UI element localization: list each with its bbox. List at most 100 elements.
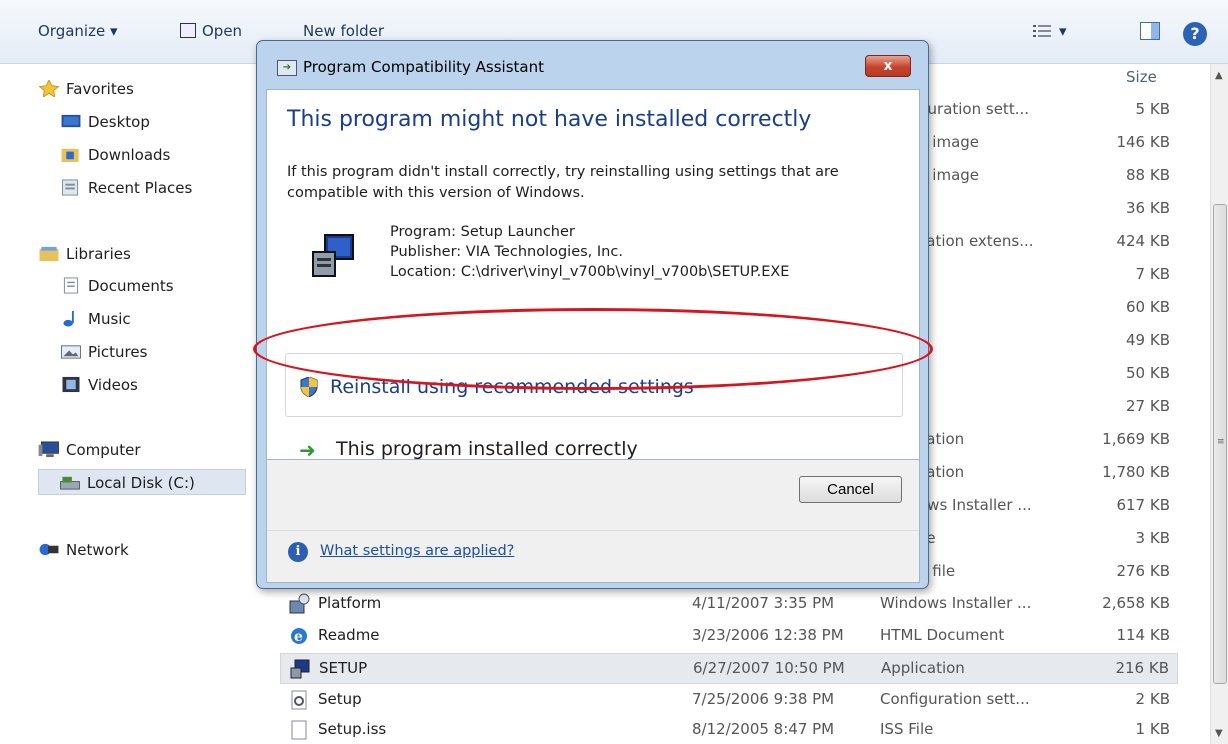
file-name: SETUP (319, 659, 368, 677)
file-date: 3/23/2006 12:38 PM (692, 626, 844, 644)
nav-documents-label: Documents (88, 277, 174, 295)
dialog-title: Program Compatibility Assistant (303, 58, 544, 76)
compatibility-assistant-icon: ➔ (277, 60, 297, 76)
scroll-up-arrow-icon[interactable]: ▲ (1215, 70, 1223, 81)
file-type: ISS File (880, 720, 934, 738)
configuration-file-icon (291, 690, 307, 710)
open-label: Open (202, 22, 243, 40)
setup-program-icon (312, 234, 354, 277)
videos-icon (62, 376, 80, 393)
program-compatibility-dialog: ➔ Program Compatibility Assistant x This… (256, 40, 929, 589)
change-view-button[interactable]: ▾ (1033, 22, 1067, 40)
reinstall-option-label: Reinstall using recommended settings (330, 376, 694, 398)
program-name: Program: Setup Launcher (390, 224, 575, 240)
network-icon (39, 543, 59, 556)
uac-shield-icon (300, 377, 318, 397)
nav-recent-places[interactable]: Recent Places (60, 175, 192, 201)
file-size: 27 KB (1126, 397, 1170, 415)
file-name: Readme (318, 626, 380, 644)
file-size: 2 KB (1135, 690, 1170, 708)
info-icon: i (288, 542, 308, 562)
help-button[interactable]: ? (1183, 22, 1207, 46)
close-button[interactable]: x (865, 55, 911, 77)
svg-text:e: e (294, 629, 303, 645)
file-size: 114 KB (1116, 626, 1170, 644)
file-date: 8/12/2005 8:47 PM (692, 720, 835, 738)
file-type: guration sett... (918, 100, 1029, 118)
file-row-platform[interactable]: Platform 4/11/2007 3:35 PM Windows Insta… (280, 589, 1178, 620)
nav-local-disk[interactable]: Local Disk (C:) (38, 469, 246, 495)
size-column-header[interactable]: Size (1126, 68, 1157, 86)
file-size: 50 KB (1126, 364, 1170, 382)
navigation-pane: Favorites Desktop Downloads Recent Place… (0, 64, 250, 744)
nav-libraries[interactable]: Libraries (38, 241, 131, 267)
file-size: 1,669 KB (1102, 430, 1170, 448)
file-row-setup-ini[interactable]: Setup 7/25/2006 9:38 PM Configuration se… (280, 685, 1178, 716)
vertical-scrollbar[interactable]: ▲ ≡ ▼ (1210, 64, 1228, 744)
file-row-readme[interactable]: e Readme 3/23/2006 12:38 PM HTML Documen… (280, 621, 1178, 652)
preview-pane-icon (1140, 22, 1160, 40)
file-row-setup-iss[interactable]: Setup.iss 8/12/2005 8:47 PM ISS File 1 K… (280, 715, 1178, 744)
nav-pictures[interactable]: Pictures (60, 339, 147, 365)
pictures-icon (61, 345, 81, 359)
nav-computer[interactable]: Computer (38, 437, 141, 463)
dialog-content: This program might not have installed co… (266, 89, 920, 462)
file-size: 216 KB (1115, 659, 1169, 677)
nav-favorites-label: Favorites (66, 80, 134, 98)
nav-recent-places-label: Recent Places (88, 179, 193, 197)
reinstall-recommended-option[interactable]: Reinstall using recommended settings (285, 353, 903, 417)
new-folder-button[interactable]: New folder (303, 22, 384, 40)
dialog-footer: Cancel i What settings are applied? (266, 460, 920, 583)
desktop-icon (61, 114, 81, 128)
dialog-heading: This program might not have installed co… (287, 107, 812, 132)
nav-computer-label: Computer (66, 441, 141, 459)
internet-explorer-icon: e (291, 628, 307, 645)
star-icon (38, 80, 60, 97)
what-settings-applied-link[interactable]: What settings are applied? (320, 543, 514, 559)
file-size: 36 KB (1126, 199, 1170, 217)
nav-downloads[interactable]: Downloads (60, 142, 170, 168)
footer-divider (267, 530, 919, 531)
file-size: 7 KB (1135, 265, 1170, 283)
file-size: 5 KB (1135, 100, 1170, 118)
open-button[interactable]: Open (180, 22, 242, 40)
file-date: 7/25/2006 9:38 PM (692, 690, 835, 708)
scroll-grip-icon: ≡ (1217, 437, 1225, 447)
file-type: Application (881, 659, 965, 677)
program-location: Location: C:\driver\vinyl_v700b\vinyl_v7… (390, 264, 790, 280)
file-date: 6/27/2007 10:50 PM (693, 659, 845, 677)
recent-places-icon (62, 179, 79, 196)
nav-videos-label: Videos (88, 376, 138, 394)
scroll-thumb[interactable]: ≡ (1213, 204, 1227, 684)
file-size: 146 KB (1116, 133, 1170, 151)
dialog-titlebar[interactable]: ➔ Program Compatibility Assistant x (257, 41, 928, 91)
file-size: 2,658 KB (1102, 594, 1170, 612)
file-size: 60 KB (1126, 298, 1170, 316)
scroll-down-arrow-icon[interactable]: ▼ (1215, 728, 1223, 739)
program-publisher: Publisher: VIA Technologies, Inc. (390, 244, 623, 260)
organize-button[interactable]: Organize ▾ (38, 22, 118, 40)
file-size: 49 KB (1126, 331, 1170, 349)
nav-music[interactable]: Music (60, 306, 131, 332)
file-size: 1,780 KB (1102, 463, 1170, 481)
setup-application-icon (290, 659, 310, 679)
file-name: Platform (318, 594, 382, 612)
file-size: 276 KB (1116, 562, 1170, 580)
dialog-description: If this program didn't install correctly… (287, 164, 839, 201)
cancel-button[interactable]: Cancel (799, 476, 902, 503)
file-row-setup-exe[interactable]: SETUP 6/27/2007 10:50 PM Application 216… (280, 653, 1178, 684)
file-size: 88 KB (1126, 166, 1170, 184)
preview-pane-button[interactable] (1140, 22, 1160, 44)
nav-favorites[interactable]: Favorites (38, 76, 134, 102)
local-disk-icon (60, 476, 80, 490)
nav-documents[interactable]: Documents (60, 273, 174, 299)
nav-videos[interactable]: Videos (60, 372, 138, 398)
file-name: Setup.iss (318, 720, 387, 738)
file-name: Setup (318, 690, 362, 708)
nav-network[interactable]: Network (38, 537, 129, 563)
views-dropdown-arrow: ▾ (1059, 22, 1067, 40)
nav-downloads-label: Downloads (88, 146, 171, 164)
nav-desktop[interactable]: Desktop (60, 109, 150, 135)
green-arrow-icon: ➜ (299, 438, 316, 462)
file-type: HTML Document (880, 626, 1005, 644)
